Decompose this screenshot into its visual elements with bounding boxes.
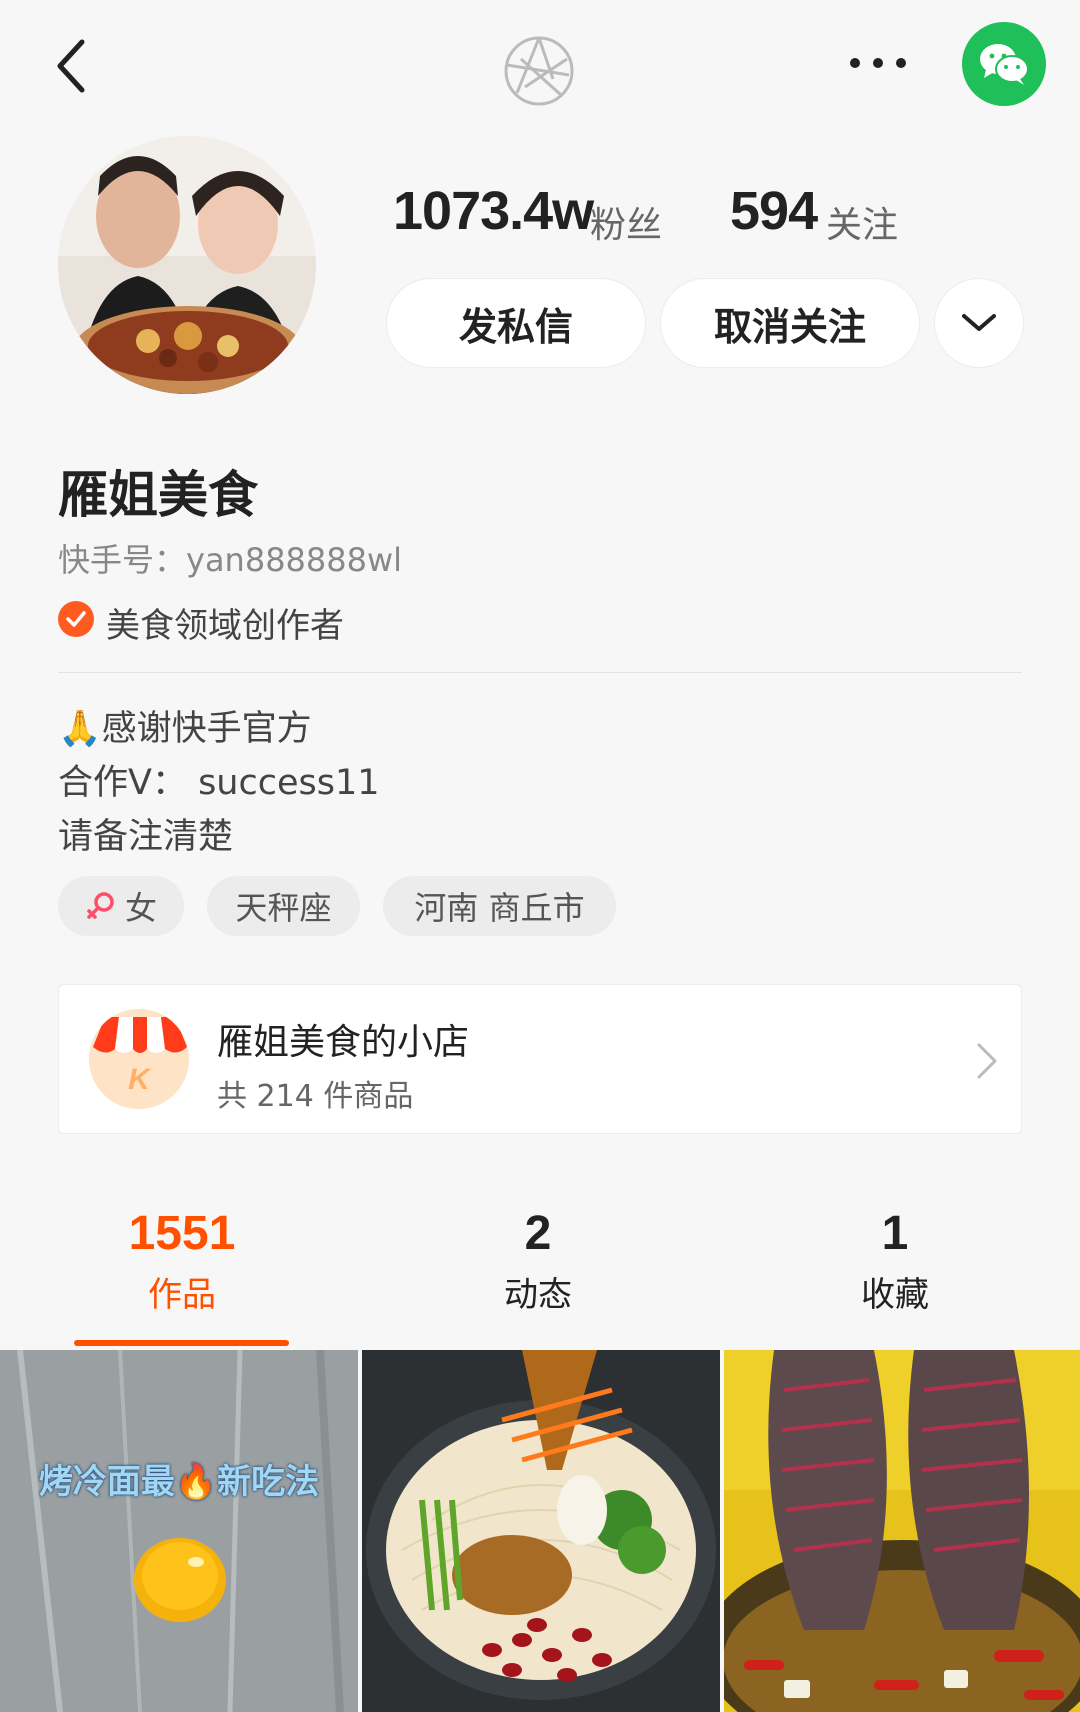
fans-count[interactable]: 1073.4w bbox=[393, 180, 594, 242]
more-icon[interactable] bbox=[850, 56, 906, 70]
tab-dynamics[interactable]: 2 动态 bbox=[418, 1206, 658, 1316]
unfollow-button[interactable]: 取消关注 bbox=[660, 278, 920, 368]
following-count[interactable]: 594 bbox=[730, 180, 818, 242]
tab-favorites-count: 1 bbox=[881, 1207, 909, 1260]
bio-line: 🙏感谢快手官方 bbox=[58, 709, 312, 749]
chevron-right-icon bbox=[975, 1041, 999, 1081]
tab-works[interactable]: 1551 作品 bbox=[62, 1206, 302, 1316]
gender-label: 女 bbox=[124, 889, 157, 927]
female-icon bbox=[87, 892, 114, 919]
zodiac-tag: 天秤座 bbox=[207, 876, 360, 936]
tab-works-count: 1551 bbox=[128, 1207, 236, 1260]
send-message-button[interactable]: 发私信 bbox=[386, 278, 646, 368]
divider bbox=[58, 672, 1022, 673]
bio-line: 请备注清楚 bbox=[58, 817, 234, 857]
verified-check-icon bbox=[58, 601, 94, 637]
svg-text:K: K bbox=[128, 1063, 152, 1096]
tab-works-label: 作品 bbox=[148, 1275, 216, 1315]
tab-favorites[interactable]: 1 收藏 bbox=[775, 1206, 1015, 1316]
video-thumbnail[interactable] bbox=[362, 1350, 720, 1712]
back-icon[interactable] bbox=[52, 38, 92, 94]
wechat-share-button[interactable] bbox=[962, 22, 1046, 106]
profile-name: 雁姐美食 bbox=[58, 466, 258, 524]
kwai-id[interactable]: 快手号：yan888888wl bbox=[58, 535, 402, 581]
creator-verification: 美食领域创作者 bbox=[106, 606, 344, 646]
following-label[interactable]: 关注 bbox=[826, 196, 898, 248]
tab-dynamics-count: 2 bbox=[524, 1207, 552, 1260]
video-thumbnail[interactable]: 烤冷面最🔥新吃法 bbox=[0, 1350, 358, 1712]
shop-icon: K bbox=[89, 1009, 189, 1109]
bio-line: 合作V： success11 bbox=[58, 763, 380, 803]
video-thumbnail[interactable] bbox=[724, 1350, 1080, 1712]
chevron-down-icon bbox=[962, 314, 996, 331]
expand-dropdown-button[interactable] bbox=[934, 278, 1024, 368]
avatar[interactable] bbox=[58, 136, 316, 394]
tab-dynamics-label: 动态 bbox=[504, 1275, 572, 1315]
wechat-icon bbox=[980, 44, 1029, 85]
shop-name: 雁姐美食的小店 bbox=[217, 1022, 470, 1063]
shop-item-count: 共 214 件商品 bbox=[217, 1079, 414, 1114]
shop-card[interactable]: K 雁姐美食的小店 共 214 件商品 bbox=[58, 984, 1022, 1134]
shutter-icon bbox=[503, 35, 575, 107]
tab-favorites-label: 收藏 bbox=[861, 1275, 929, 1315]
location-tag: 河南 商丘市 bbox=[383, 876, 616, 936]
gender-tag: 女 bbox=[58, 876, 184, 936]
fans-label[interactable]: 粉丝 bbox=[590, 196, 662, 248]
video-caption: 烤冷面最🔥新吃法 bbox=[38, 1462, 320, 1502]
active-tab-indicator bbox=[74, 1340, 289, 1346]
